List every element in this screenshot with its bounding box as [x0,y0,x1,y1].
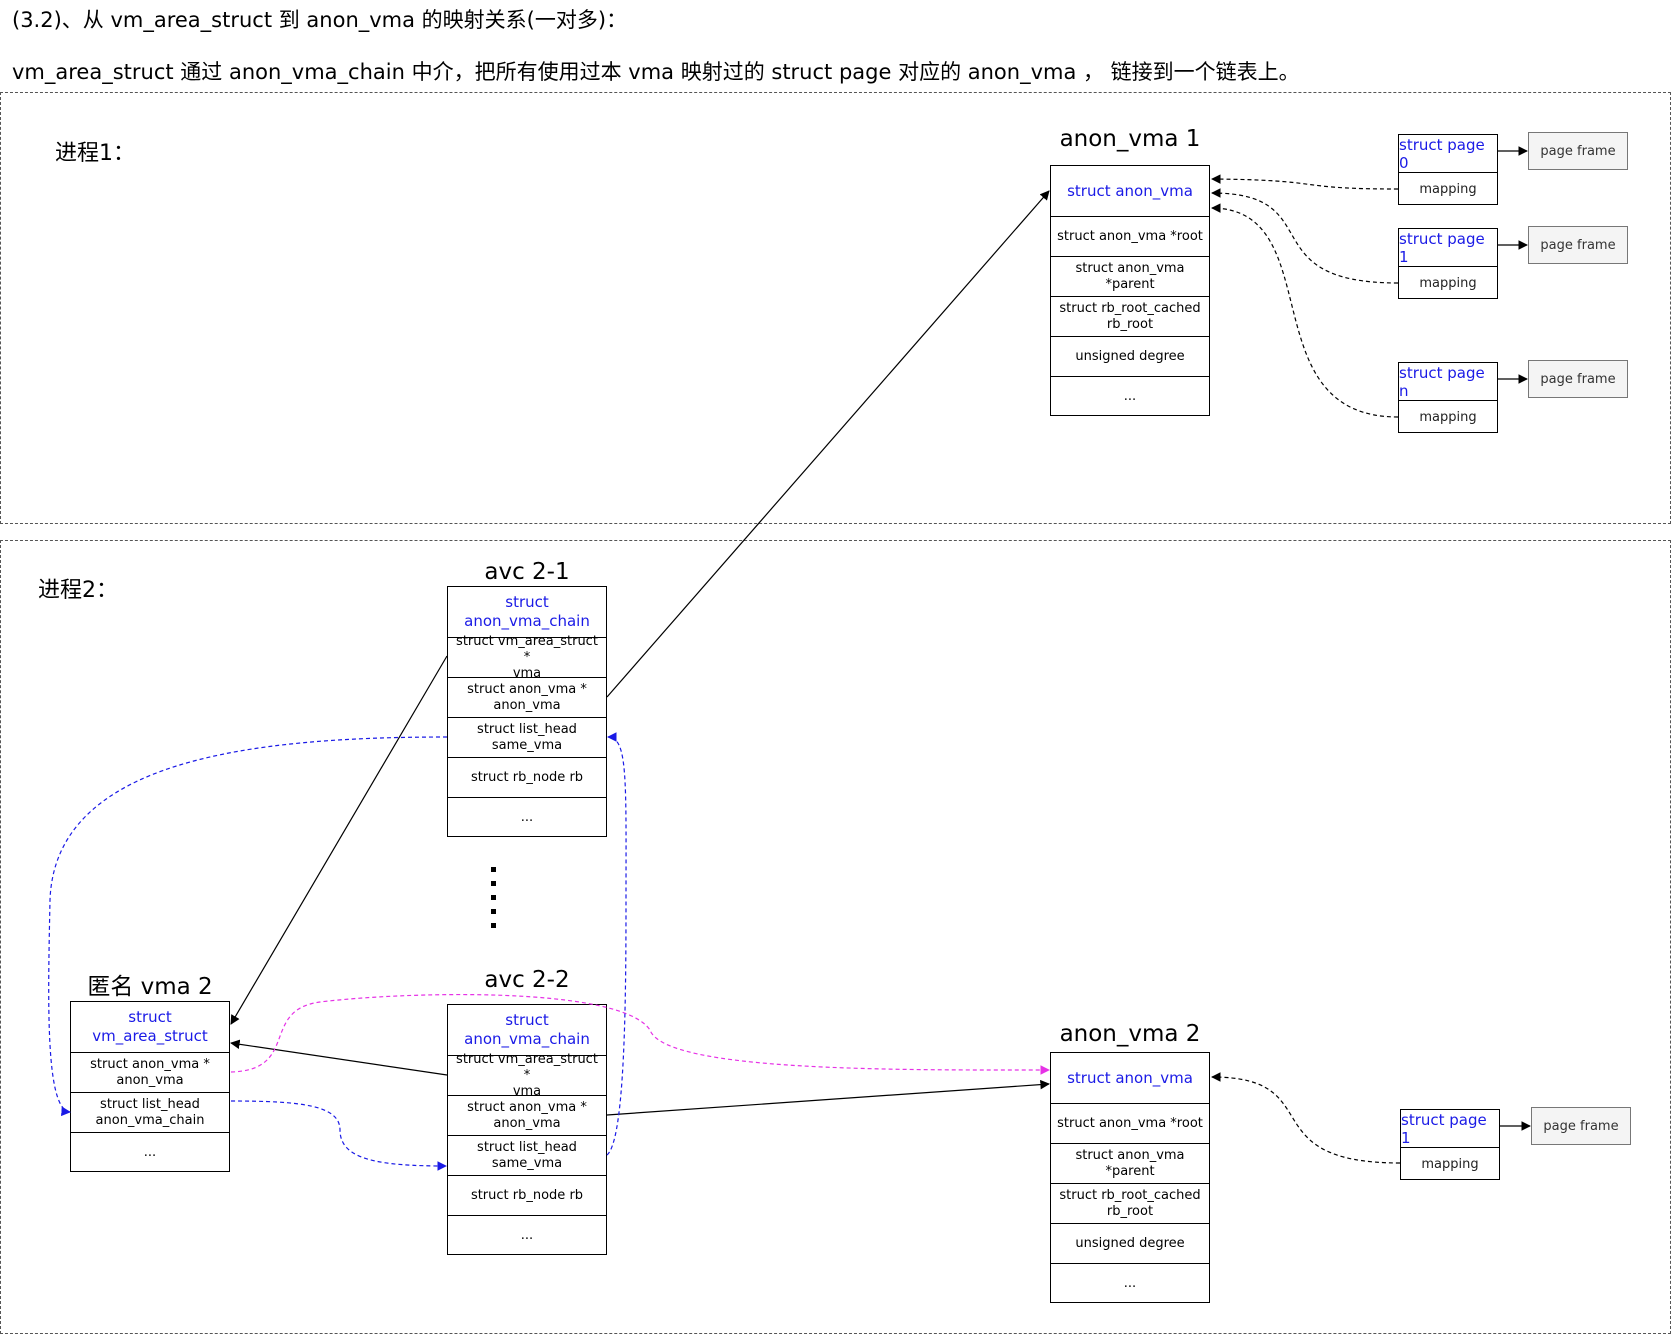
p1-page-n-mapping-link [1211,203,1399,418]
p1-page-1-mapping-link [1211,188,1399,284]
vma-anon-vma-chain-to-avc-2-2-link [230,1100,447,1171]
p1-page-0-mapping-link [1211,174,1399,190]
avc-2-1-vma-pointer [230,655,448,1025]
vma-2-anon-vma-link [230,994,1050,1075]
avc-2-2-anon-vma-pointer [606,1079,1050,1116]
avc-2-1-anon-vma-pointer [606,190,1050,698]
connector-layer [48,146,1531,1171]
avc-2-2-vma-pointer [230,1039,448,1076]
avc-2-2-same-vma-to-avc-2-1-link [606,732,627,1156]
avc-2-1-same-vma-to-vma-link [48,736,448,1117]
p2-page-1-mapping-link [1211,1072,1401,1164]
